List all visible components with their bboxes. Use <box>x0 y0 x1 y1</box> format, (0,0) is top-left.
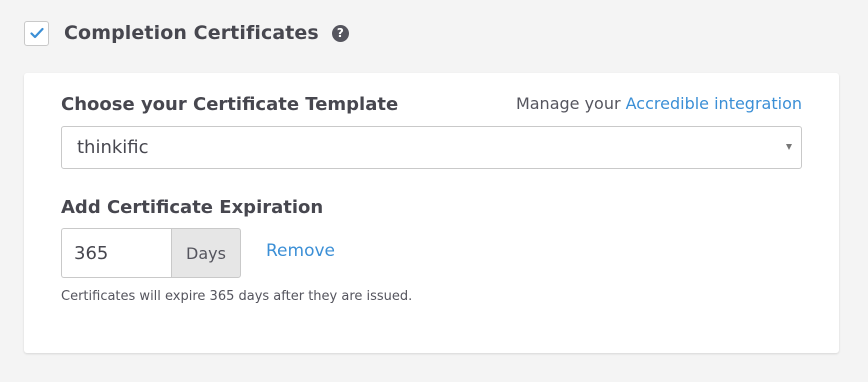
accredible-integration-link[interactable]: Accredible integration <box>626 94 802 113</box>
expiration-help-text: Certificates will expire 365 days after … <box>61 289 413 304</box>
selected-template: thinkific <box>77 137 149 158</box>
remove-expiration-link[interactable]: Remove <box>266 241 335 261</box>
template-label: Choose your Certificate Template <box>61 94 399 115</box>
manage-integration-text: Manage your Accredible integration <box>516 94 802 113</box>
completion-certificates-header: Completion Certificates ? <box>24 20 349 46</box>
dropdown-arrow-icon <box>786 144 792 150</box>
expiration-days-input[interactable] <box>61 228 171 278</box>
completion-certificates-checkbox[interactable] <box>24 20 49 46</box>
certificate-template-select[interactable]: thinkific <box>61 126 802 169</box>
help-icon[interactable]: ? <box>331 24 349 42</box>
days-unit-addon: Days <box>171 228 241 278</box>
checkmark-icon <box>29 27 44 39</box>
manage-prefix: Manage your <box>515 94 626 113</box>
expiration-label: Add Certificate Expiration <box>61 197 324 218</box>
section-title: Completion Certificates <box>64 22 319 44</box>
certificate-settings-panel: Choose your Certificate Template Manage … <box>24 73 839 353</box>
